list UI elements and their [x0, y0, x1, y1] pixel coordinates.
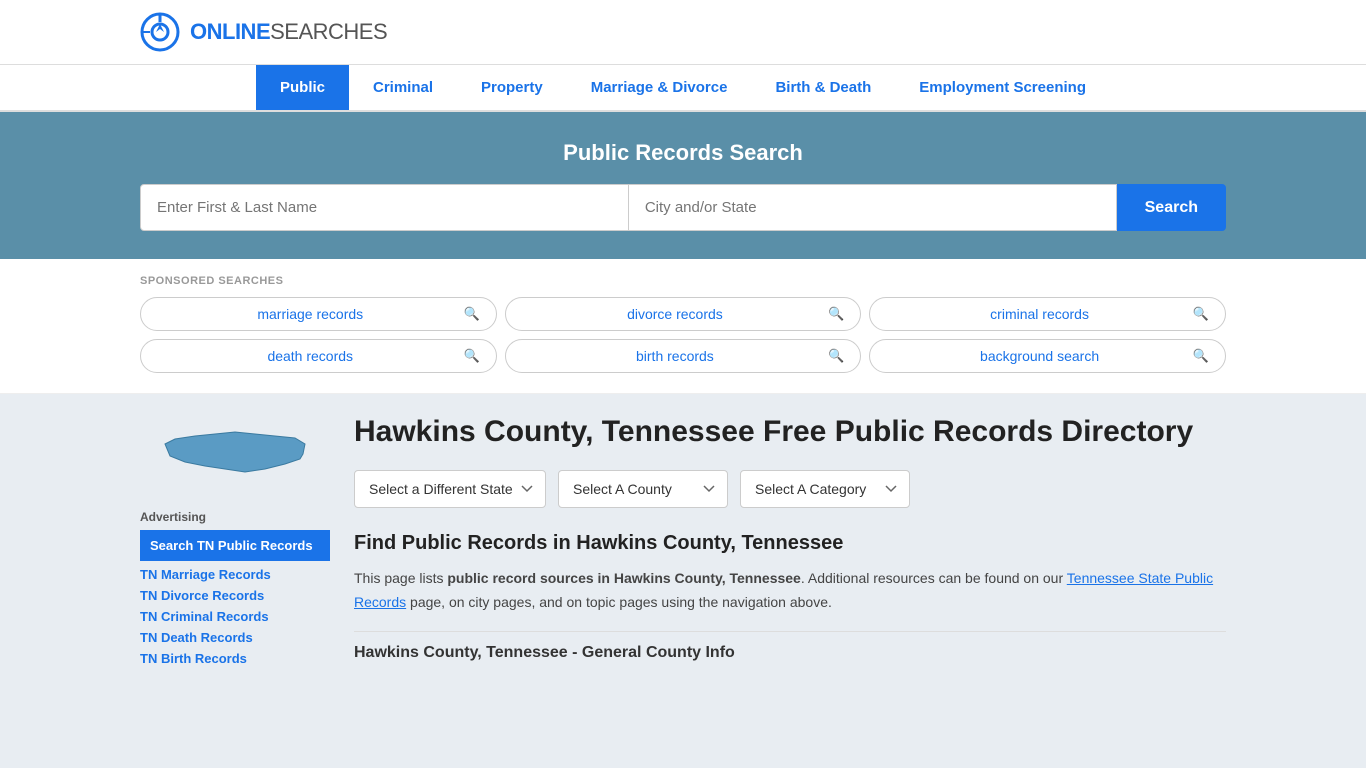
ad-label: Advertising [140, 510, 330, 524]
sidebar-link-criminal[interactable]: TN Criminal Records [140, 607, 330, 626]
nav-employment[interactable]: Employment Screening [895, 65, 1110, 110]
sidebar-link-birth[interactable]: TN Birth Records [140, 649, 330, 668]
pill-criminal[interactable]: criminal records 🔍 [869, 297, 1226, 331]
pill-marriage[interactable]: marriage records 🔍 [140, 297, 497, 331]
logo-text: ONLINE SEARCHES [190, 21, 387, 43]
search-icon-2: 🔍 [828, 306, 844, 322]
main-nav: Public Criminal Property Marriage & Divo… [0, 65, 1366, 112]
ad-section: Advertising Search TN Public Records TN … [140, 510, 330, 668]
pill-divorce-text: divorce records [522, 306, 828, 322]
find-text-3: page, on city pages, and on topic pages … [406, 594, 832, 610]
find-text-1: This page lists [354, 570, 447, 586]
nav-criminal[interactable]: Criminal [349, 65, 457, 110]
dropdowns-row: Select a Different State Select A County… [354, 470, 1226, 508]
find-title: Find Public Records in Hawkins County, T… [354, 532, 1226, 555]
main-content: Advertising Search TN Public Records TN … [0, 394, 1366, 688]
pill-birth-text: birth records [522, 348, 828, 364]
logo-searches: SEARCHES [270, 21, 387, 43]
hero-title: Public Records Search [140, 140, 1226, 166]
pill-criminal-text: criminal records [886, 306, 1192, 322]
nav-birth-death[interactable]: Birth & Death [751, 65, 895, 110]
tn-state-shape [155, 414, 315, 494]
sidebar-links: TN Marriage Records TN Divorce Records T… [140, 565, 330, 668]
nav-property[interactable]: Property [457, 65, 567, 110]
pill-death[interactable]: death records 🔍 [140, 339, 497, 373]
pill-background-text: background search [886, 348, 1192, 364]
sidebar-link-death[interactable]: TN Death Records [140, 628, 330, 647]
pill-birth[interactable]: birth records 🔍 [505, 339, 862, 373]
logo-online: ONLINE [190, 21, 270, 43]
search-icon-4: 🔍 [463, 348, 479, 364]
article-title: Hawkins County, Tennessee Free Public Re… [354, 414, 1226, 450]
pill-row-1: marriage records 🔍 divorce records 🔍 cri… [140, 297, 1226, 331]
state-dropdown[interactable]: Select a Different State [354, 470, 546, 508]
nav-public[interactable]: Public [256, 65, 349, 110]
county-dropdown[interactable]: Select A County [558, 470, 728, 508]
county-info-title: Hawkins County, Tennessee - General Coun… [354, 631, 1226, 662]
sidebar-link-divorce[interactable]: TN Divorce Records [140, 586, 330, 605]
pill-row-2: death records 🔍 birth records 🔍 backgrou… [140, 339, 1226, 373]
pill-rows: marriage records 🔍 divorce records 🔍 cri… [140, 297, 1226, 373]
search-icon-3: 🔍 [1193, 306, 1209, 322]
search-icon-6: 🔍 [1193, 348, 1209, 364]
city-input[interactable] [629, 184, 1117, 231]
sidebar: Advertising Search TN Public Records TN … [140, 414, 330, 668]
pill-background[interactable]: background search 🔍 [869, 339, 1226, 373]
logo-icon [140, 12, 180, 52]
sidebar-link-marriage[interactable]: TN Marriage Records [140, 565, 330, 584]
nav-marriage-divorce[interactable]: Marriage & Divorce [567, 65, 752, 110]
category-dropdown[interactable]: Select A Category [740, 470, 910, 508]
name-input[interactable] [140, 184, 629, 231]
hero-section: Public Records Search Search [0, 112, 1366, 259]
search-button[interactable]: Search [1117, 184, 1226, 231]
pill-death-text: death records [157, 348, 463, 364]
sponsored-label: SPONSORED SEARCHES [140, 275, 1226, 287]
find-text-bold: public record sources in Hawkins County,… [447, 570, 800, 586]
pill-marriage-text: marriage records [157, 306, 463, 322]
find-text-2: . Additional resources can be found on o… [801, 570, 1067, 586]
article: Hawkins County, Tennessee Free Public Re… [354, 414, 1226, 668]
search-bar: Search [140, 184, 1226, 231]
logo[interactable]: ONLINE SEARCHES [140, 12, 387, 52]
ad-highlight[interactable]: Search TN Public Records [140, 530, 330, 561]
search-icon-1: 🔍 [463, 306, 479, 322]
site-header: ONLINE SEARCHES [0, 0, 1366, 65]
pill-divorce[interactable]: divorce records 🔍 [505, 297, 862, 331]
find-paragraph: This page lists public record sources in… [354, 567, 1226, 615]
search-icon-5: 🔍 [828, 348, 844, 364]
state-map [140, 414, 330, 494]
sponsored-section: SPONSORED SEARCHES marriage records 🔍 di… [0, 259, 1366, 394]
